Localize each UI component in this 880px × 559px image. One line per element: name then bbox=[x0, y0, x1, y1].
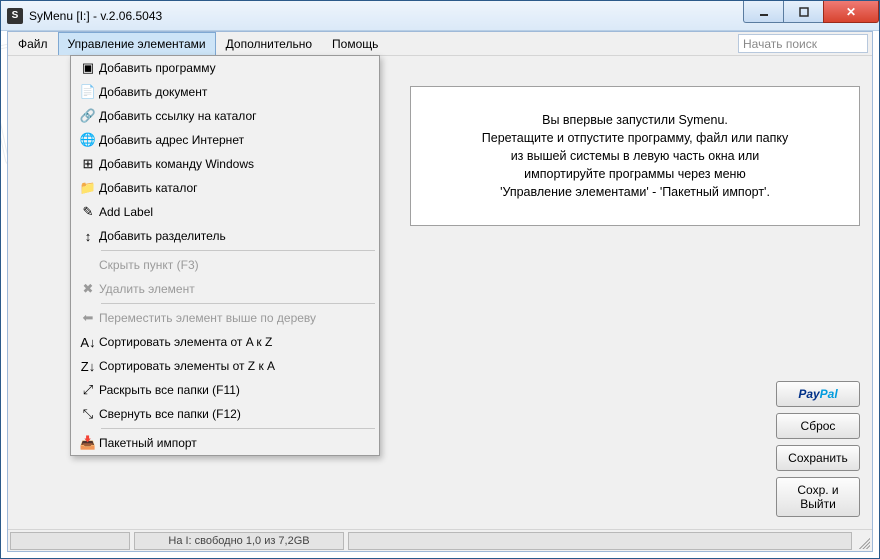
menu-item: ✖Удалить элемент bbox=[71, 277, 379, 301]
paypal-text-b: Pal bbox=[820, 387, 838, 401]
windows-icon: ⊞ bbox=[77, 156, 99, 172]
minimize-button[interactable] bbox=[743, 1, 783, 23]
window: PORTAL S SyMenu [I:] - v.2.06.5043 ✕ Фай… bbox=[0, 0, 880, 559]
close-button[interactable]: ✕ bbox=[823, 1, 879, 23]
menu-item[interactable]: 🔗Добавить ссылку на каталог bbox=[71, 104, 379, 128]
menu-item[interactable]: Z↓Сортировать элементы от Z к A bbox=[71, 354, 379, 378]
menu-item-label: Добавить команду Windows bbox=[99, 157, 369, 171]
titlebar: S SyMenu [I:] - v.2.06.5043 ✕ bbox=[1, 1, 879, 31]
menu-item[interactable]: 📁Добавить каталог bbox=[71, 176, 379, 200]
separator-icon: ↕ bbox=[77, 229, 99, 244]
menu-item: Скрыть пункт (F3) bbox=[71, 253, 379, 277]
info-panel: Вы впервые запустили Symenu. Перетащите … bbox=[410, 86, 860, 226]
expand-icon: ⤢ bbox=[77, 382, 99, 398]
menu-item-label: Свернуть все папки (F12) bbox=[99, 407, 369, 421]
menu-item[interactable]: ⤡Свернуть все папки (F12) bbox=[71, 402, 379, 426]
info-line: Вы впервые запустили Symenu. bbox=[482, 111, 788, 129]
action-buttons: PayPal Сброс Сохранить Сохр. и Выйти bbox=[776, 381, 860, 517]
info-line: 'Управление элементами' - 'Пакетный импо… bbox=[482, 183, 788, 201]
menu-item[interactable]: ▣Добавить программу bbox=[71, 56, 379, 80]
client-area: Файл Управление элементами Дополнительно… bbox=[7, 31, 873, 552]
maximize-button[interactable] bbox=[783, 1, 823, 23]
menubar: Файл Управление элементами Дополнительно… bbox=[8, 32, 872, 56]
menu-item-label: Добавить ссылку на каталог bbox=[99, 109, 369, 123]
menu-file[interactable]: Файл bbox=[8, 32, 58, 55]
menu-item-label: Пакетный импорт bbox=[99, 436, 369, 450]
menu-help[interactable]: Помощь bbox=[322, 32, 388, 55]
menu-item[interactable]: A↓Сортировать элемента от A к Z bbox=[71, 330, 379, 354]
menu-item-label: Переместить элемент выше по дереву bbox=[99, 311, 369, 325]
window-controls: ✕ bbox=[743, 1, 879, 23]
menu-extra[interactable]: Дополнительно bbox=[216, 32, 322, 55]
app-icon: S bbox=[7, 8, 23, 24]
menu-item-label: Добавить адрес Интернет bbox=[99, 133, 369, 147]
menu-item[interactable]: 📄Добавить документ bbox=[71, 80, 379, 104]
info-line: из вышей системы в левую часть окна или bbox=[482, 147, 788, 165]
import-icon: 📥 bbox=[77, 435, 99, 451]
app-icon: ▣ bbox=[77, 60, 99, 76]
resize-grip[interactable] bbox=[856, 535, 870, 549]
menu-item[interactable]: 🌐Добавить адрес Интернет bbox=[71, 128, 379, 152]
menu-item-label: Раскрыть все папки (F11) bbox=[99, 383, 369, 397]
menu-item[interactable]: ↕Добавить разделитель bbox=[71, 224, 379, 248]
reset-button[interactable]: Сброс bbox=[776, 413, 860, 439]
search-input[interactable]: Начать поиск bbox=[738, 34, 868, 53]
collapse-icon: ⤡ bbox=[77, 406, 99, 422]
manage-dropdown: ▣Добавить программу📄Добавить документ🔗До… bbox=[70, 55, 380, 456]
menu-item-label: Добавить документ bbox=[99, 85, 369, 99]
info-line: Перетащите и отпустите программу, файл и… bbox=[482, 129, 788, 147]
menu-item: ⬅Переместить элемент выше по дереву bbox=[71, 306, 379, 330]
close-icon: ✕ bbox=[846, 5, 856, 19]
delete-icon: ✖ bbox=[77, 281, 99, 297]
paypal-button[interactable]: PayPal bbox=[776, 381, 860, 407]
menu-item-label: Скрыть пункт (F3) bbox=[99, 258, 369, 272]
globe-icon: 🌐 bbox=[77, 132, 99, 148]
menu-item[interactable]: ✎Add Label bbox=[71, 200, 379, 224]
menu-item[interactable]: 📥Пакетный импорт bbox=[71, 431, 379, 455]
info-line: импортируйте программы через меню bbox=[482, 165, 788, 183]
menu-item[interactable]: ⊞Добавить команду Windows bbox=[71, 152, 379, 176]
menu-item-label: Добавить каталог bbox=[99, 181, 369, 195]
menu-manage[interactable]: Управление элементами bbox=[58, 32, 216, 55]
menu-separator bbox=[101, 428, 375, 429]
menu-item-label: Сортировать элемента от A к Z bbox=[99, 335, 369, 349]
status-segment bbox=[348, 532, 852, 550]
menu-separator bbox=[101, 303, 375, 304]
sort-za-icon: Z↓ bbox=[77, 359, 99, 374]
doc-icon: 📄 bbox=[77, 84, 99, 100]
menu-item-label: Добавить разделитель bbox=[99, 229, 369, 243]
save-button[interactable]: Сохранить bbox=[776, 445, 860, 471]
label-icon: ✎ bbox=[77, 204, 99, 220]
save-exit-button[interactable]: Сохр. и Выйти bbox=[776, 477, 860, 517]
menu-item[interactable]: ⤢Раскрыть все папки (F11) bbox=[71, 378, 379, 402]
move-left-icon: ⬅ bbox=[77, 310, 99, 326]
menu-item-label: Удалить элемент bbox=[99, 282, 369, 296]
menu-item-label: Add Label bbox=[99, 205, 369, 219]
status-disk: На I: свободно 1,0 из 7,2GB bbox=[134, 532, 344, 550]
paypal-text-a: Pay bbox=[798, 387, 819, 401]
folder-icon: 📁 bbox=[77, 180, 99, 196]
statusbar: На I: свободно 1,0 из 7,2GB bbox=[8, 529, 872, 551]
menu-separator bbox=[101, 250, 375, 251]
sort-az-icon: A↓ bbox=[77, 335, 99, 350]
link-icon: 🔗 bbox=[77, 108, 99, 124]
window-title: SyMenu [I:] - v.2.06.5043 bbox=[29, 9, 162, 23]
menu-item-label: Добавить программу bbox=[99, 61, 369, 75]
menu-item-label: Сортировать элементы от Z к A bbox=[99, 359, 369, 373]
status-segment bbox=[10, 532, 130, 550]
